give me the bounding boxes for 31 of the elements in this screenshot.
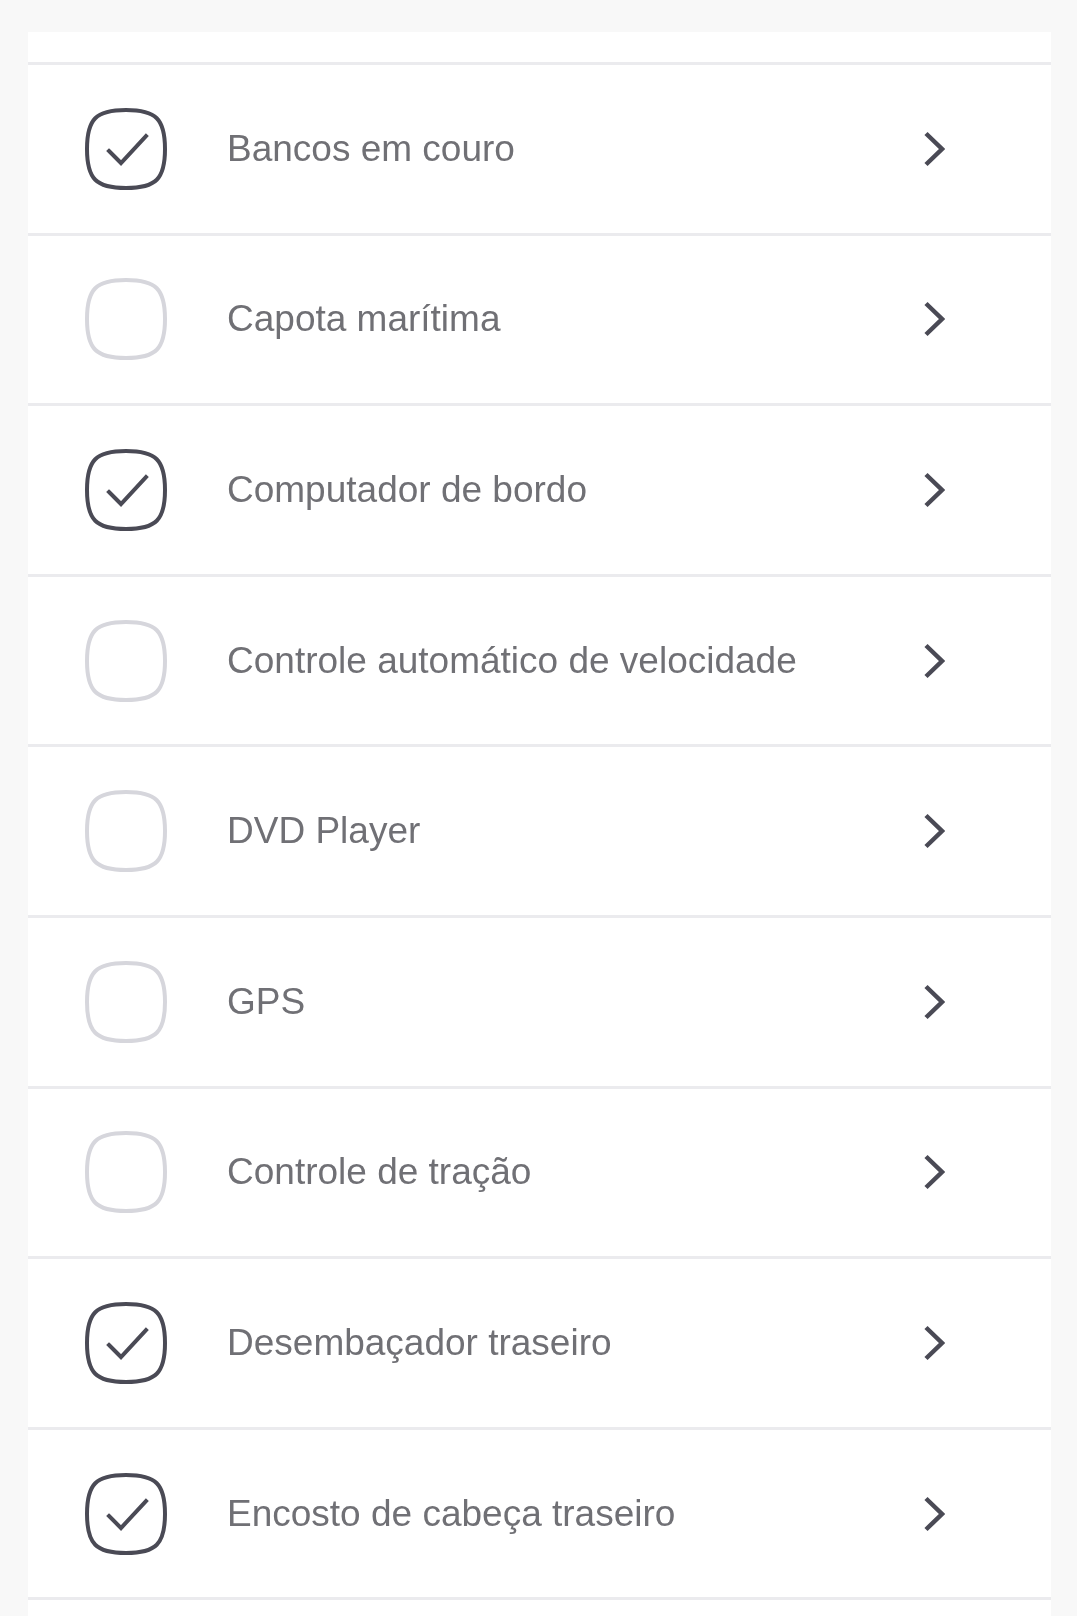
chevron-right-icon: [923, 1495, 945, 1532]
item-label: GPS: [227, 980, 307, 1023]
checkbox[interactable]: [85, 1301, 167, 1384]
list-item[interactable]: Computador de bordo: [28, 406, 1051, 577]
chevron-right-icon: [923, 1154, 945, 1191]
chevron-right-icon: [923, 983, 945, 1020]
list-item[interactable]: Controle de tração: [28, 1088, 1051, 1260]
list-item[interactable]: Desembaçador traseiro: [28, 1259, 1051, 1430]
chevron-right-icon: [923, 472, 945, 508]
chevron-right-icon: [923, 813, 945, 850]
list-item[interactable]: Capota marítima: [28, 235, 1051, 407]
chevron-right-icon: [923, 130, 945, 167]
list-item[interactable]: Encosto de cabeça traseiro: [28, 1429, 1051, 1601]
item-label: Bancos em couro: [227, 127, 516, 170]
item-label: Encosto de cabeça traseiro: [227, 1492, 677, 1535]
chevron-right-icon: [923, 1324, 945, 1361]
chevron-right-icon: [923, 301, 945, 338]
checkbox[interactable]: [85, 1472, 167, 1555]
list-item[interactable]: Bancos em couro: [28, 65, 1051, 236]
list-item[interactable]: Controle automático de velocidade: [28, 576, 1051, 748]
list-item[interactable]: GPS: [28, 917, 1051, 1089]
checkbox[interactable]: [85, 107, 167, 190]
item-label: Controle automático de velocidade: [227, 639, 798, 682]
item-label: Desembaçador traseiro: [227, 1321, 613, 1364]
list-item[interactable]: DVD Player: [28, 747, 1051, 918]
checkbox[interactable]: [85, 449, 167, 531]
chevron-right-icon: [923, 642, 945, 679]
item-label: DVD Player: [227, 810, 422, 853]
item-label: Controle de tração: [227, 1151, 533, 1194]
item-label: Capota marítima: [227, 298, 502, 341]
item-label: Computador de bordo: [227, 469, 588, 511]
